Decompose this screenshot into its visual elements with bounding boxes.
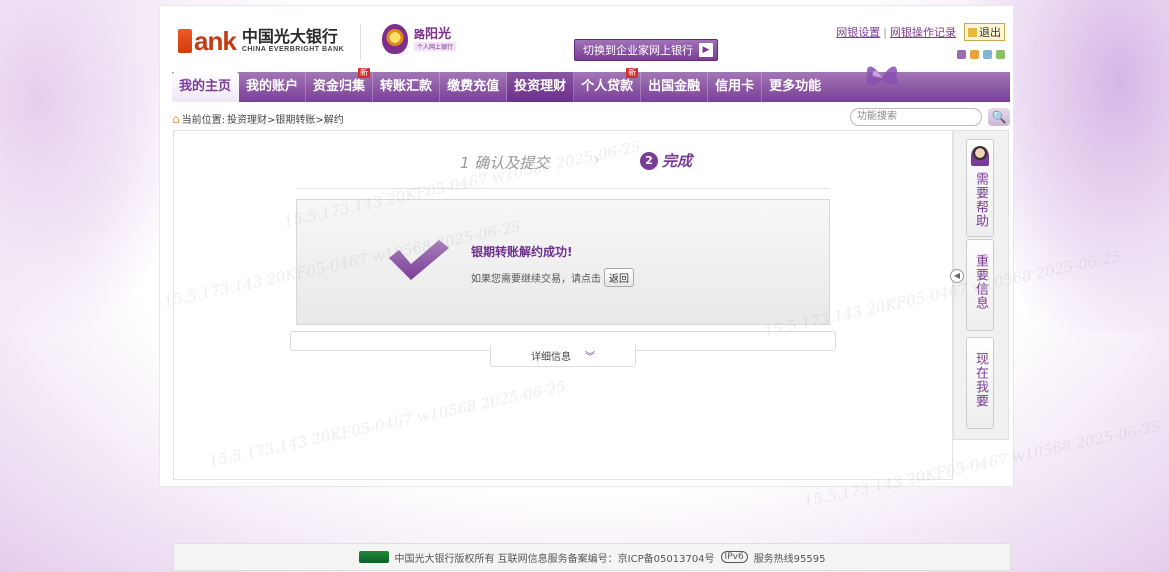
want-now-label: 现在我要 (973, 352, 988, 408)
nav-personal-loan[interactable]: 个人贷款新 (574, 68, 642, 102)
breadcrumb-prefix: 当前位置: (181, 115, 225, 126)
double-chevron-down-icon: ︾ (585, 351, 595, 363)
skin-switcher (957, 50, 1005, 59)
skin-purple[interactable] (957, 50, 966, 59)
nav-investment[interactable]: 投资理财 (507, 72, 575, 102)
bank-name-cn: 中国光大银行 (241, 27, 338, 46)
new-badge: 新 (358, 68, 371, 78)
service-subtitle: 个人网上银行 (414, 42, 457, 51)
content-panel: 1 确认及提交 › 2 完成 银期转账解约成功! 如果您需要继续交易，请点击 返… (173, 130, 953, 480)
want-now-button[interactable]: 现在我要 (966, 337, 994, 429)
chevron-right-icon: › (594, 152, 600, 168)
nav-more[interactable]: 更多功能 (762, 72, 828, 102)
help-button[interactable]: 需要帮助 (966, 139, 994, 237)
step-number-badge: 2 (640, 151, 658, 170)
skin-blue[interactable] (983, 50, 992, 59)
nav-payment[interactable]: 缴费充值 (440, 72, 508, 102)
right-sidebar: ◀ 需要帮助 重要信息 现在我要 (950, 130, 1009, 440)
support-avatar-icon (971, 146, 989, 166)
step-confirm: 1 确认及提交 (460, 154, 550, 172)
detail-label: 详细信息 (531, 351, 571, 363)
play-arrow-icon: ▶ (699, 43, 713, 57)
breadcrumb-path: 投资理财>银期转账>解约 (227, 115, 344, 126)
success-title: 银期转账解约成功! (471, 245, 573, 259)
service-name: 阳光 (425, 27, 452, 42)
folder-icon (968, 27, 977, 37)
step-complete-label: 完成 (662, 152, 693, 170)
switch-label: 切换到企业家网上银行 (583, 44, 693, 57)
help-label: 需要帮助 (973, 172, 988, 228)
top-links: 网银设置 | 网银操作记录 退出 (836, 23, 1005, 41)
nav-credit-card[interactable]: 信用卡 (708, 72, 763, 102)
back-button[interactable]: 返回 (604, 268, 634, 287)
footer: 中国光大银行版权所有 互联网信息服务备案编号：京ICP备05013704号 IP… (173, 543, 1011, 571)
result-box: 银期转账解约成功! 如果您需要继续交易，请点击 返回 (296, 199, 830, 325)
important-info-label: 重要信息 (973, 254, 988, 310)
footer-hotline: 服务热线95595 (753, 553, 826, 565)
logo-word: ank (194, 25, 237, 56)
skin-green[interactable] (996, 50, 1005, 59)
search-button[interactable]: 🔍 (988, 108, 1010, 126)
success-hint: 如果您需要继续交易，请点击 返回 (471, 268, 634, 287)
collapse-arrow-icon[interactable]: ◀ (950, 269, 964, 283)
logo-mark (178, 28, 192, 53)
exit-label: 退出 (979, 26, 1001, 39)
sunshine-logo: 路阳光 个人网上银行 (382, 24, 457, 54)
nav-accounts[interactable]: 我的账户 (239, 72, 307, 102)
bank-name-en: CHINA EVERBRIGHT BANK (241, 46, 345, 53)
butterfly-decoration-icon (866, 66, 898, 85)
new-badge: 新 (626, 68, 639, 78)
sunshine-badge-icon (382, 24, 408, 54)
nav-transfer[interactable]: 转账汇款 (373, 72, 441, 102)
important-info-button[interactable]: 重要信息 (966, 239, 994, 331)
switch-to-enterprise-button[interactable]: 切换到企业家网上银行 ▶ (574, 39, 718, 61)
operation-log-link[interactable]: 网银操作记录 (890, 24, 956, 40)
breadcrumb: ⌂ 当前位置: 投资理财>银期转账>解约 (172, 111, 344, 127)
step-complete: 2 完成 (640, 150, 692, 171)
exit-button[interactable]: 退出 (964, 23, 1005, 41)
home-icon: ⌂ (172, 111, 180, 126)
nav-fund-collection[interactable]: 资金归集新 (306, 68, 374, 102)
steps-divider (296, 188, 830, 189)
search-icon: 🔍 (991, 110, 1007, 124)
footer-copyright: 中国光大银行版权所有 互联网信息服务备案编号：京ICP备05013704号 (394, 553, 715, 565)
logo-divider (360, 24, 361, 60)
detail-toggle[interactable]: 详细信息 ︾ (490, 344, 636, 367)
nav-home[interactable]: 我的主页 (172, 72, 240, 102)
ipv6-badge: IPv6 (720, 551, 748, 563)
success-hint-text: 如果您需要继续交易，请点击 (471, 274, 601, 285)
function-search: 功能搜索 🔍 (850, 108, 1010, 126)
search-input[interactable]: 功能搜索 (850, 108, 982, 126)
bank-logo[interactable]: ank 中国光大银行 CHINA EVERBRIGHT BANK (178, 25, 345, 56)
main-frame: ank 中国光大银行 CHINA EVERBRIGHT BANK 路阳光 个人网… (160, 6, 1013, 486)
skin-orange[interactable] (970, 50, 979, 59)
ebank-settings-link[interactable]: 网银设置 (836, 24, 880, 40)
checkmark-icon (389, 240, 449, 280)
nav-overseas[interactable]: 出国金融 (641, 72, 709, 102)
beian-badge-icon[interactable] (358, 551, 389, 563)
